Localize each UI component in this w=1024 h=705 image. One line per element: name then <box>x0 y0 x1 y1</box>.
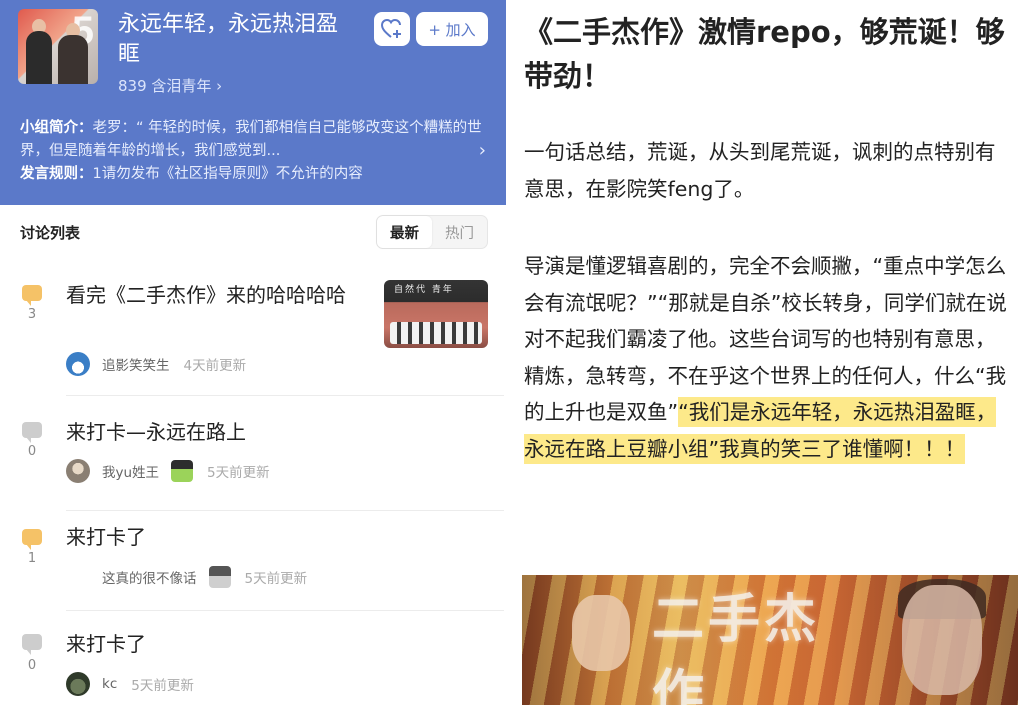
chevron-right-icon[interactable]: › <box>479 139 486 162</box>
avatar-person <box>26 31 52 84</box>
heart-plus-icon <box>381 19 401 38</box>
article-title: 《二手杰作》激情repo，够荒诞！够带劲！ <box>524 15 1005 93</box>
movie-poster-image: 二手杰作 <box>522 575 1018 705</box>
topic-row[interactable]: 1 来打卡了 这真的很不像话 5天前更新 <box>0 523 506 611</box>
topic-meta: 我yu姓王 5天前更新 <box>66 459 270 483</box>
article-paragraph: 导演是懂逻辑喜剧的，完全不会顺撇，“重点中学怎么会有流氓呢？”“那就是自杀”校长… <box>524 248 1014 467</box>
sort-toggle: 最新 热门 <box>376 215 488 249</box>
group-intro[interactable]: 小组简介：老罗：“ 年轻的时候，我们都相信自己能够改变这个糟糕的世界，但是随着年… <box>20 117 490 163</box>
article-panel: 《二手杰作》激情repo，够荒诞！够带劲！ 一句话总结，荒诞，从头到尾荒诞，讽刺… <box>506 0 1024 705</box>
reply-count: 1 <box>27 551 37 566</box>
comment-bubble-icon <box>22 422 42 443</box>
avatar[interactable] <box>66 565 90 589</box>
author-name[interactable]: kc <box>102 676 117 692</box>
reply-count: 0 <box>27 444 37 459</box>
update-time: 4天前更新 <box>183 358 247 374</box>
favorite-button[interactable] <box>374 12 410 46</box>
intro-label: 小组简介： <box>20 120 93 136</box>
reply-count: 0 <box>27 658 37 673</box>
topic-title[interactable]: 来打卡—永远在路上 <box>66 418 426 446</box>
group-header: 5 永远年轻，永远热泪盈眶 839 含泪青年 › + 加入 小组简介：老罗：“ … <box>0 0 506 205</box>
poster-title: 二手杰作 <box>652 589 821 705</box>
divider <box>66 510 504 511</box>
discussion-list-bar: 讨论列表 最新 热门 <box>0 210 506 254</box>
discussion-list-title: 讨论列表 <box>20 224 81 242</box>
update-time: 5天前更新 <box>244 571 308 587</box>
topic-title[interactable]: 看完《二手杰作》来的哈哈哈哈 <box>66 281 366 309</box>
author-name[interactable]: 追影笑笑生 <box>102 354 170 374</box>
group-avatar[interactable]: 5 <box>18 9 98 84</box>
thumbnail-banner: 自然代 青年 <box>394 285 454 295</box>
rule-label: 发言规则： <box>20 166 93 182</box>
author-name[interactable]: 我yu姓王 <box>102 461 159 481</box>
update-time: 5天前更新 <box>207 465 270 481</box>
sort-newest-tab[interactable]: 最新 <box>377 216 432 248</box>
join-button[interactable]: + 加入 <box>416 12 488 46</box>
avatar[interactable] <box>66 459 90 483</box>
badge-icon <box>171 460 194 482</box>
author-name[interactable]: 这真的很不像话 <box>102 567 197 587</box>
article-paragraph: 一句话总结，荒诞，从头到尾荒诞，讽刺的点特别有意思，在影院笑feng了。 <box>524 140 996 201</box>
topic-thumbnail[interactable]: 自然代 青年 <box>384 280 488 348</box>
divider <box>66 610 504 611</box>
speech-rules[interactable]: 发言规则：1请勿发布《社区指导原则》不允许的内容 <box>20 163 490 185</box>
topic-meta: 追影笑笑生 4天前更新 <box>66 352 246 376</box>
topic-title[interactable]: 来打卡了 <box>66 523 426 551</box>
comment-bubble-icon <box>22 634 42 655</box>
rule-text: 1请勿发布《社区指导原则》不允许的内容 <box>92 166 363 182</box>
group-panel: 5 永远年轻，永远热泪盈眶 839 含泪青年 › + 加入 小组简介：老罗：“ … <box>0 0 506 705</box>
comment-bubble-icon <box>22 529 42 550</box>
topic-row[interactable]: 0 来打卡了 kc 5天前更新 <box>0 630 506 705</box>
comment-bubble-icon <box>22 285 42 306</box>
poster-figure <box>902 585 982 695</box>
topic-row[interactable]: 0 来打卡—永远在路上 我yu姓王 5天前更新 <box>0 418 506 512</box>
avatar[interactable] <box>66 672 90 696</box>
sort-hot-tab[interactable]: 热门 <box>432 216 487 248</box>
reply-count: 3 <box>27 307 37 322</box>
update-time: 5天前更新 <box>131 678 194 694</box>
topic-title[interactable]: 来打卡了 <box>66 630 426 658</box>
badge-icon <box>208 566 231 588</box>
thumbnail-people <box>390 322 482 344</box>
member-count-link[interactable]: 839 含泪青年 › <box>118 75 222 96</box>
avatar[interactable] <box>66 352 90 376</box>
poster-figure <box>572 595 630 671</box>
divider <box>66 395 504 396</box>
avatar-person <box>58 35 88 84</box>
topic-meta: kc 5天前更新 <box>66 672 194 696</box>
group-title: 永远年轻，永远热泪盈眶 <box>118 12 339 67</box>
topic-meta: 这真的很不像话 5天前更新 <box>66 565 307 589</box>
